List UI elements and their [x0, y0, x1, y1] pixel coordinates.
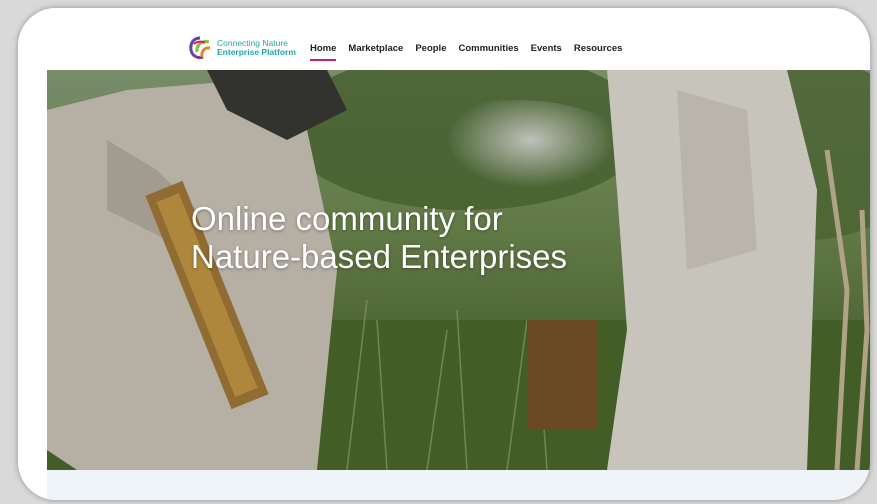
top-navbar: Connecting Nature Enterprise Platform Ho… — [18, 8, 870, 70]
site-logo[interactable]: Connecting Nature Enterprise Platform — [188, 36, 296, 60]
leaf-logo-icon — [189, 36, 211, 60]
nav-home[interactable]: Home — [310, 43, 337, 61]
browser-frame: Connecting Nature Enterprise Platform Ho… — [18, 8, 870, 500]
hero-title: Online community for Nature-based Enterp… — [191, 200, 711, 276]
page-footer-strip — [47, 470, 870, 500]
nav-resources[interactable]: Resources — [574, 43, 623, 54]
main-nav: Home Marketplace People Communities Even… — [310, 43, 623, 61]
nav-events[interactable]: Events — [531, 43, 562, 54]
hero-title-line-2: Nature-based Enterprises — [191, 238, 568, 275]
hero-banner: Online community for Nature-based Enterp… — [47, 70, 870, 470]
nav-marketplace[interactable]: Marketplace — [348, 43, 403, 54]
logo-line-2: Enterprise Platform — [217, 47, 296, 57]
hero-title-line-1: Online community for — [191, 200, 503, 237]
logo-wordmark: Connecting Nature Enterprise Platform — [217, 39, 296, 57]
nav-people[interactable]: People — [415, 43, 446, 54]
nav-communities[interactable]: Communities — [458, 43, 518, 54]
